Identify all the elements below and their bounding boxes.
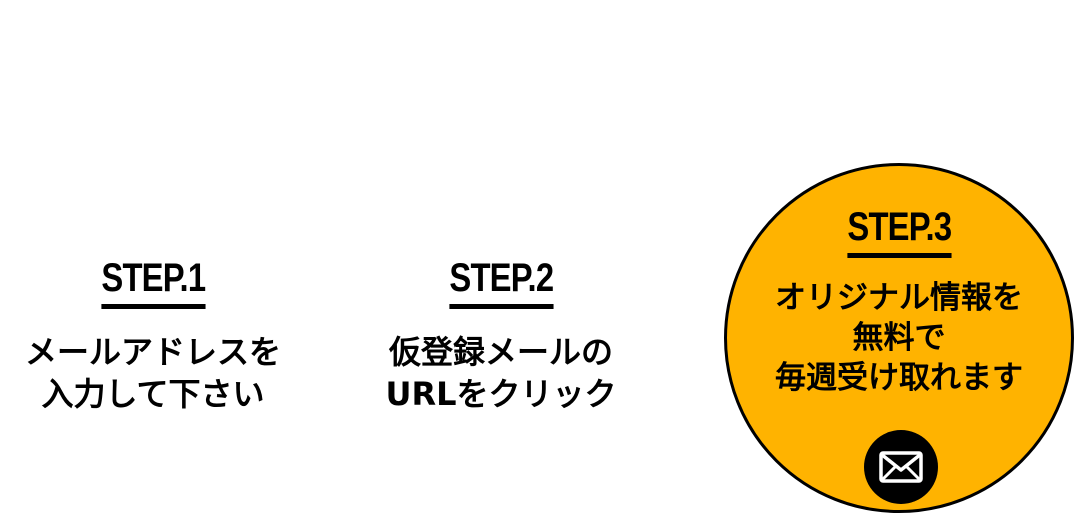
envelope-icon xyxy=(879,451,923,483)
step-2-description: 仮登録メールの URLをクリック xyxy=(358,331,644,415)
step-3: STEP.3 オリジナル情報を 無料で 毎週受け取れます xyxy=(724,205,1074,398)
step-3-description-line-1: オリジナル情報を xyxy=(775,280,1023,316)
step-1-description: メールアドレスを 入力して下さい xyxy=(10,331,296,415)
step-2-title: STEP.2 xyxy=(449,256,554,309)
step-3-description: オリジナル情報を 無料で 毎週受け取れます xyxy=(724,278,1074,398)
step-3-description-line-3: 毎週受け取れます xyxy=(775,360,1023,396)
step-2-description-line-1: 仮登録メールの xyxy=(388,333,613,371)
step-3-title: STEP.3 xyxy=(847,205,952,258)
step-1-description-line-2: 入力して下さい xyxy=(41,375,265,413)
step-3-description-line-2: 無料で xyxy=(852,320,946,356)
step-1-description-line-1: メールアドレスを xyxy=(24,333,281,371)
step-2-description-line-2: URLをクリック xyxy=(385,375,617,413)
mail-badge xyxy=(864,430,938,504)
step-1-title: STEP.1 xyxy=(101,256,206,309)
step-2: STEP.2 仮登録メールの URLをクリック xyxy=(358,256,644,415)
step-1: STEP.1 メールアドレスを 入力して下さい xyxy=(10,256,296,415)
